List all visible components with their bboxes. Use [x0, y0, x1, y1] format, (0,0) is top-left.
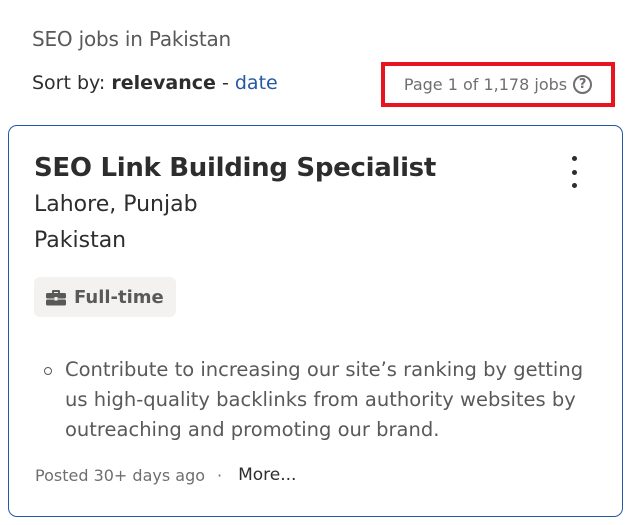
job-footer: Posted 30+ days ago · More... — [35, 465, 296, 485]
sort-label: Sort by: — [32, 72, 106, 94]
job-location-city: Lahore, Punjab — [34, 192, 198, 217]
circle-bullet-icon — [44, 367, 52, 375]
page-count-highlight: Page 1 of 1,178 jobs ? — [381, 62, 615, 107]
sort-date-link[interactable]: date — [235, 72, 278, 94]
footer-separator: · — [217, 465, 223, 485]
search-title: SEO jobs in Pakistan — [32, 27, 232, 51]
more-link[interactable]: More... — [238, 465, 296, 485]
sort-separator: - — [221, 72, 229, 94]
job-type-label: Full-time — [74, 286, 164, 308]
kebab-dot — [571, 183, 577, 188]
job-title[interactable]: SEO Link Building Specialist — [34, 153, 436, 183]
kebab-menu-icon[interactable] — [564, 156, 584, 188]
kebab-dot — [571, 156, 577, 161]
briefcase-icon — [46, 290, 66, 306]
page-count-text: Page 1 of 1,178 jobs — [403, 75, 568, 94]
job-type-badge: Full-time — [34, 277, 176, 317]
posted-date: Posted 30+ days ago — [35, 465, 206, 485]
job-location-country: Pakistan — [34, 228, 127, 253]
question-circle-icon[interactable]: ? — [573, 75, 593, 94]
job-snippet: Contribute to increasing our site’s rank… — [44, 355, 584, 445]
sort-relevance-option: relevance — [111, 72, 216, 94]
job-snippet-text: Contribute to increasing our site’s rank… — [65, 358, 584, 441]
kebab-dot — [571, 169, 577, 175]
sort-controls: Sort by: relevance - date — [32, 72, 278, 94]
job-card[interactable]: SEO Link Building Specialist Lahore, Pun… — [8, 125, 623, 517]
